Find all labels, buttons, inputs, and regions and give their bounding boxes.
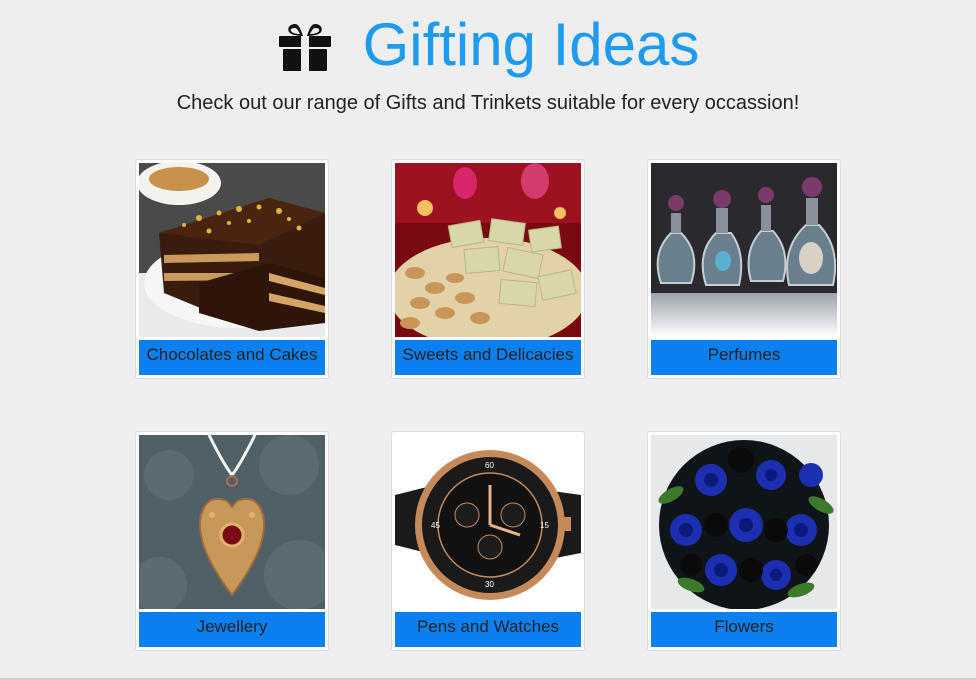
category-label[interactable]: Flowers [651,612,837,647]
sweets-image[interactable] [395,163,581,337]
svg-text:30: 30 [485,580,494,589]
page-title: Gifting Ideas [362,11,700,78]
gift-icon [278,24,331,71]
page: Gifting Ideas Check out our range of Gif… [0,0,976,680]
perfume-bottles-image[interactable] [651,163,837,337]
chocolate-cake-image[interactable] [139,163,325,337]
heart-pendant-image[interactable] [139,435,325,609]
svg-text:15: 15 [540,521,549,530]
category-label[interactable]: Sweets and Delicacies [395,340,581,375]
category-label[interactable]: Perfumes [651,340,837,375]
category-label[interactable]: Chocolates and Cakes [139,340,325,375]
svg-text:45: 45 [431,521,440,530]
category-card-chocolates[interactable]: Chocolates and Cakes [135,159,329,379]
page-subtitle: Check out our range of Gifts and Trinket… [176,92,800,114]
category-card-jewellery[interactable]: Jewellery [135,431,329,651]
category-card-perfumes[interactable]: Perfumes [647,159,841,379]
category-card-flowers[interactable]: Flowers [647,431,841,651]
category-card-sweets[interactable]: Sweets and Delicacies [391,159,585,379]
svg-text:60: 60 [485,461,494,470]
blue-roses-image[interactable] [651,435,837,609]
category-label[interactable]: Jewellery [139,612,325,647]
watch-image[interactable]: 60 15 30 45 [395,435,581,609]
category-card-pens-watches[interactable]: 60 15 30 45 Pens and Watches [391,431,585,651]
category-label[interactable]: Pens and Watches [395,612,581,647]
header: Gifting Ideas [0,10,976,80]
